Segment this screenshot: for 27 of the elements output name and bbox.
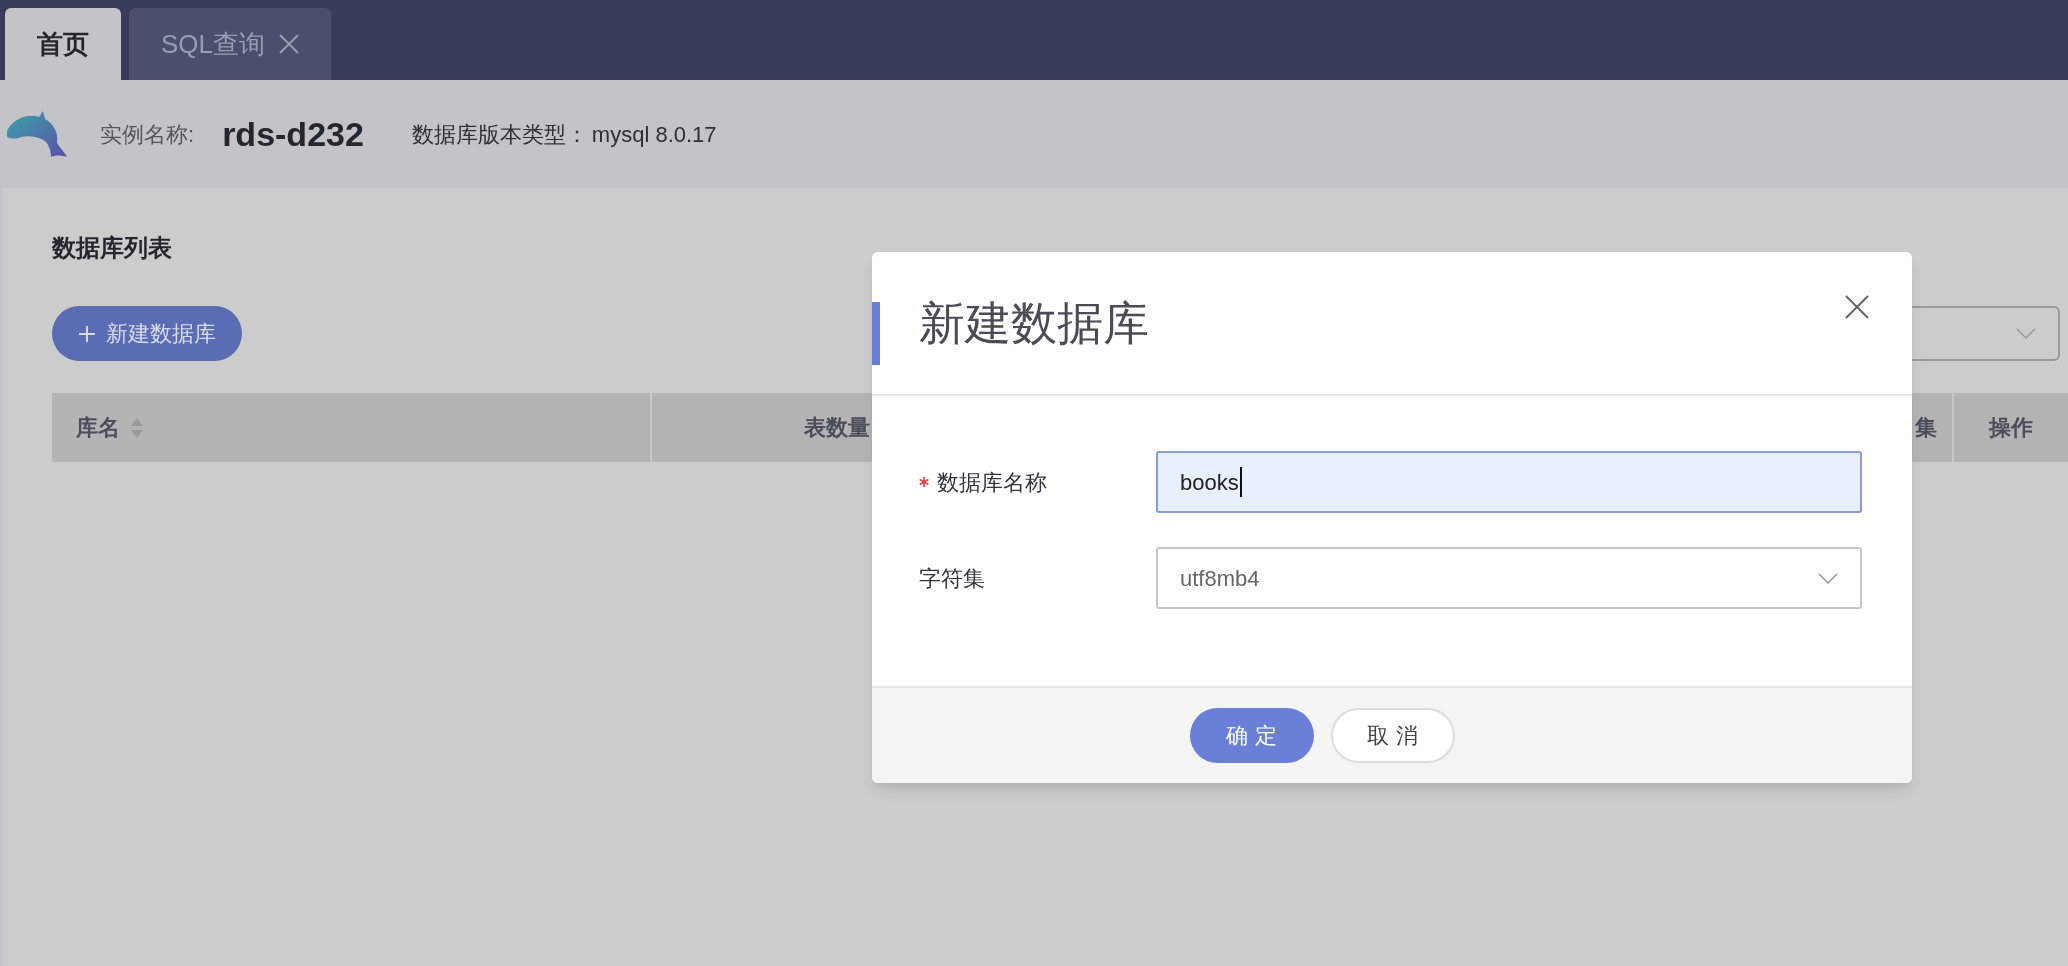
column-header: 集 — [1915, 414, 1937, 442]
column-header[interactable]: 库名 — [76, 411, 120, 444]
chevron-down-icon — [2016, 328, 2036, 339]
instance-name: rds-d232 — [222, 113, 364, 155]
plus-icon — [78, 324, 96, 343]
version-label: 数据库版本类型： — [411, 120, 588, 149]
text-cursor — [1239, 467, 1242, 497]
new-database-button[interactable]: 新建数据库 — [52, 306, 242, 361]
tab[interactable]: 首页 — [5, 8, 121, 80]
input-field[interactable]: books — [1156, 451, 1862, 513]
column-header: 表数量 — [804, 414, 870, 442]
panel-title: 数据库列表 — [52, 233, 173, 263]
instance-label: 实例名称: — [100, 120, 195, 149]
field-label: 数据库名称 — [937, 468, 1047, 497]
close-icon[interactable] — [279, 34, 300, 54]
cancel-button[interactable]: 取 消 — [1330, 708, 1455, 763]
select-field[interactable]: utf8mb4 — [1156, 547, 1862, 609]
tab[interactable]: SQL查询 — [129, 8, 332, 80]
column-header: 操作 — [1989, 414, 2033, 442]
dialog-title: 新建数据库 — [919, 295, 1149, 351]
close-icon[interactable] — [1845, 295, 1869, 319]
version-value: mysql 8.0.17 — [591, 120, 717, 149]
accent-bar — [872, 302, 880, 365]
confirm-button[interactable]: 确 定 — [1189, 708, 1314, 763]
dolphin-logo — [5, 109, 67, 159]
field-label: 字符集 — [919, 564, 985, 593]
chevron-down-icon — [1818, 572, 1838, 584]
